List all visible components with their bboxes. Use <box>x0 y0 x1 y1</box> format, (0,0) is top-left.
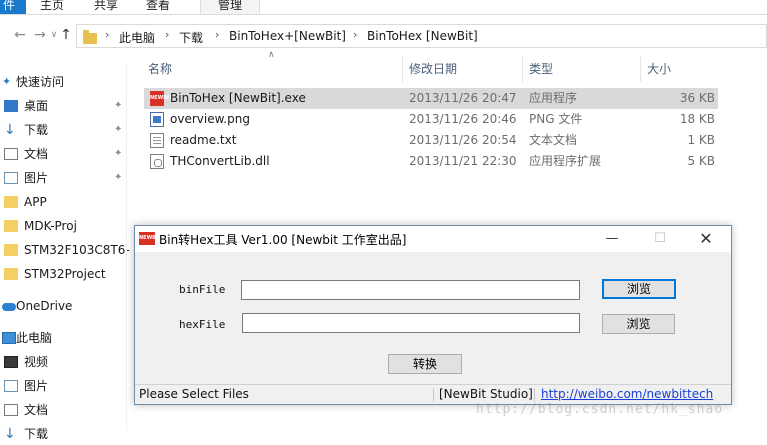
nav-scrollbar[interactable] <box>126 62 127 430</box>
hexfile-input[interactable] <box>242 313 580 333</box>
minimize-icon[interactable]: — <box>589 226 635 252</box>
nav-documents[interactable]: 文档 ✦ <box>0 143 130 165</box>
column-name[interactable]: 名称 <box>142 56 403 82</box>
download-icon: ↓ <box>4 426 16 442</box>
tab-manage[interactable]: 管理 <box>200 0 260 14</box>
ribbon-tabs: 件 主页 共享 查看 管理 <box>0 0 767 14</box>
nav-downloads[interactable]: ↓ 下载 ✦ <box>0 119 130 141</box>
status-divider <box>433 388 434 402</box>
address-bar[interactable]: › 此电脑 › 下载 › BinToHex+[NewBit] › BinToHe… <box>76 24 767 48</box>
tab-view[interactable]: 查看 <box>146 0 170 14</box>
nav-this-pc[interactable]: 此电脑 <box>0 327 130 349</box>
picture-icon <box>4 380 18 392</box>
status-studio: [NewBit Studio] <box>439 387 533 401</box>
chevron-right-icon[interactable]: › <box>215 28 219 41</box>
pin-icon: ✦ <box>114 172 123 183</box>
picture-icon <box>4 172 18 184</box>
status-message: Please Select Files <box>139 387 249 401</box>
video-icon <box>4 356 18 368</box>
binfile-label: binFile <box>179 283 226 296</box>
dll-icon <box>150 154 164 169</box>
pc-icon <box>2 332 16 344</box>
file-row[interactable]: THConvertLib.dll 2013/11/21 22:30 应用程序扩展… <box>144 151 718 172</box>
browse-bin-button[interactable]: 浏览 <box>602 279 676 299</box>
tab-home[interactable]: 主页 <box>40 0 64 14</box>
back-arrow-icon[interactable]: ← <box>12 26 28 44</box>
folder-icon <box>4 196 18 208</box>
nav-app[interactable]: APP <box>0 191 130 213</box>
chevron-right-icon[interactable]: › <box>165 28 169 41</box>
pin-icon: ✦ <box>114 100 123 111</box>
crumb-downloads[interactable]: 下载 <box>179 29 203 46</box>
cloud-icon <box>2 303 16 311</box>
column-date[interactable]: 修改日期 <box>403 56 523 82</box>
nav-desktop[interactable]: 桌面 ✦ <box>0 95 130 117</box>
folder-icon <box>4 244 18 256</box>
tab-share[interactable]: 共享 <box>94 0 118 14</box>
nav-stm32project[interactable]: STM32Project <box>0 263 130 285</box>
pin-icon: ✦ <box>114 124 123 135</box>
bintohex-dialog: NEWBIT Bin转Hex工具 Ver1.00 [Newbit 工作室出品] … <box>134 225 732 405</box>
nav-mdk-proj[interactable]: MDK-Proj <box>0 215 130 237</box>
dialog-title-bar[interactable]: NEWBIT Bin转Hex工具 Ver1.00 [Newbit 工作室出品] … <box>135 226 731 252</box>
close-icon[interactable]: ✕ <box>683 226 729 252</box>
nav-stm32f103[interactable]: STM32F103C8T6- <box>0 239 130 261</box>
txt-icon <box>150 133 164 148</box>
exe-icon: NEWBIT <box>150 91 172 106</box>
document-icon <box>4 404 18 416</box>
nav-pc-downloads[interactable]: ↓ 下载 <box>0 423 130 445</box>
document-icon <box>4 148 18 160</box>
status-divider <box>534 388 535 402</box>
address-row: ← → ∨ ↑ › 此电脑 › 下载 › BinToHex+[NewBit] ›… <box>0 22 767 50</box>
png-icon <box>150 112 164 127</box>
folder-icon <box>4 268 18 280</box>
dialog-title: Bin转Hex工具 Ver1.00 [Newbit 工作室出品] <box>159 233 407 247</box>
column-header: 名称 修改日期 类型 大小 <box>142 56 718 82</box>
nav-pc-pictures[interactable]: 图片 <box>0 375 130 397</box>
ribbon-divider <box>0 14 767 15</box>
nav-videos[interactable]: 视频 <box>0 351 130 373</box>
navigation-pane: ✦ 快速访问 桌面 ✦ ↓ 下载 ✦ 文档 ✦ 图片 ✦ APP MDK-Pro… <box>0 62 130 442</box>
crumb-bintohex-current[interactable]: BinToHex [NewBit] <box>367 29 478 43</box>
folder-icon <box>4 220 18 232</box>
watermark: http://blog.csdn.net/hk_shao <box>476 402 724 417</box>
crumb-bintohex-parent[interactable]: BinToHex+[NewBit] <box>229 29 346 43</box>
file-row[interactable]: readme.txt 2013/11/26 20:54 文本文档 1 KB <box>144 130 718 151</box>
tab-file[interactable]: 件 <box>0 0 26 14</box>
browse-hex-button[interactable]: 浏览 <box>602 314 675 334</box>
nav-quick-access[interactable]: ✦ 快速访问 <box>0 71 130 93</box>
nav-pc-documents[interactable]: 文档 <box>0 399 130 421</box>
chevron-right-icon[interactable]: › <box>353 28 357 41</box>
binfile-input[interactable] <box>241 280 580 300</box>
folder-icon <box>83 30 97 44</box>
pin-icon: ✦ <box>114 148 123 159</box>
nav-onedrive[interactable]: OneDrive <box>0 295 130 317</box>
column-type[interactable]: 类型 <box>523 56 641 82</box>
app-logo-icon: NEWBIT <box>139 232 161 245</box>
maximize-icon: ☐ <box>654 231 666 246</box>
file-row[interactable]: overview.png 2013/11/26 20:46 PNG 文件 18 … <box>144 109 718 130</box>
nav-pictures[interactable]: 图片 ✦ <box>0 167 130 189</box>
convert-button[interactable]: 转换 <box>388 354 462 374</box>
file-row[interactable]: NEWBIT BinToHex [NewBit].exe 2013/11/26 … <box>144 88 718 109</box>
desktop-icon <box>4 100 18 112</box>
status-bar: Please Select Files [NewBit Studio] http… <box>135 384 731 404</box>
weibo-link[interactable]: http://weibo.com/newbittech <box>541 387 713 401</box>
hexfile-label: hexFile <box>179 318 226 331</box>
download-icon: ↓ <box>4 122 16 138</box>
up-arrow-icon[interactable]: ↑ <box>58 26 74 44</box>
crumb-this-pc[interactable]: 此电脑 <box>119 29 155 46</box>
column-size[interactable]: 大小 <box>641 56 718 82</box>
chevron-right-icon[interactable]: › <box>105 28 109 41</box>
star-icon: ✦ <box>2 75 12 88</box>
